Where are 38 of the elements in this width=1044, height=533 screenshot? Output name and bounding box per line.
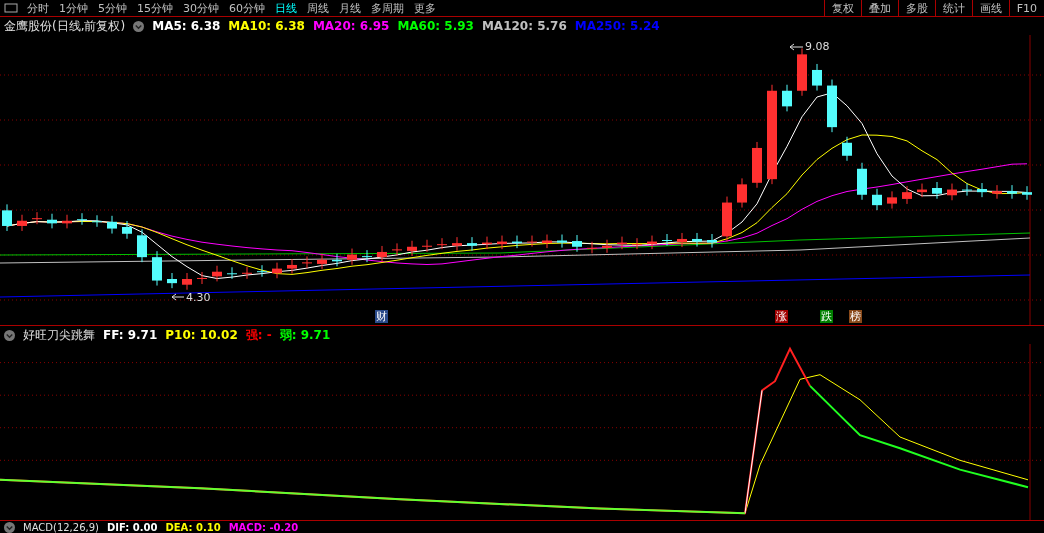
leader-line bbox=[171, 293, 185, 301]
dropdown-icon[interactable] bbox=[4, 521, 15, 533]
event-marker[interactable]: 财 bbox=[375, 310, 388, 323]
ma-reading: MA5: 6.38 bbox=[152, 19, 221, 33]
period-tab[interactable]: 周线 bbox=[302, 0, 334, 16]
period-tab[interactable]: 60分钟 bbox=[224, 0, 270, 16]
period-tab[interactable]: 更多 bbox=[409, 0, 441, 16]
ma-reading: MA10: 6.38 bbox=[228, 19, 305, 33]
panel-title: MACD(12,26,9) bbox=[23, 521, 99, 533]
period-tab[interactable]: 日线 bbox=[270, 0, 302, 16]
indicator-reading: DIF: 0.00 bbox=[106, 521, 158, 533]
event-marker[interactable]: 涨 bbox=[775, 310, 788, 323]
indicator-reading: FF: 9.71 bbox=[103, 328, 158, 342]
indicator-reading: 强: - bbox=[245, 326, 272, 344]
dropdown-icon[interactable] bbox=[133, 20, 145, 32]
indicator-reading: MACD: -0.20 bbox=[228, 521, 299, 533]
ma-reading: MA250: 5.24 bbox=[574, 19, 660, 33]
period-tab[interactable]: 30分钟 bbox=[178, 0, 224, 16]
period-tab[interactable]: 分时 bbox=[22, 0, 54, 16]
price-label: 4.30 bbox=[186, 291, 211, 304]
ma-reading: MA20: 6.95 bbox=[312, 19, 390, 33]
period-tab[interactable]: 15分钟 bbox=[132, 0, 178, 16]
period-tab[interactable]: 1分钟 bbox=[54, 0, 93, 16]
panel-title: 好旺刀尖跳舞 bbox=[23, 326, 95, 344]
stock-title: 金鹰股份(日线,前复权) bbox=[4, 17, 126, 35]
ma-reading: MA120: 5.76 bbox=[481, 19, 567, 33]
indicator-reading: 弱: 9.71 bbox=[279, 326, 331, 344]
indicator-reading: P10: 10.02 bbox=[165, 328, 238, 342]
period-tab[interactable]: 多周期 bbox=[366, 0, 409, 16]
period-tab[interactable]: 月线 bbox=[334, 0, 366, 16]
price-label: 9.08 bbox=[805, 40, 830, 53]
dropdown-icon[interactable] bbox=[4, 329, 15, 341]
event-marker[interactable]: 跌 bbox=[820, 310, 833, 323]
event-marker[interactable]: 榜 bbox=[849, 310, 862, 323]
leader-line bbox=[789, 43, 804, 51]
period-tab[interactable]: 5分钟 bbox=[93, 0, 132, 16]
ma-reading: MA60: 5.93 bbox=[397, 19, 474, 33]
indicator-reading: DEA: 0.10 bbox=[165, 521, 221, 533]
